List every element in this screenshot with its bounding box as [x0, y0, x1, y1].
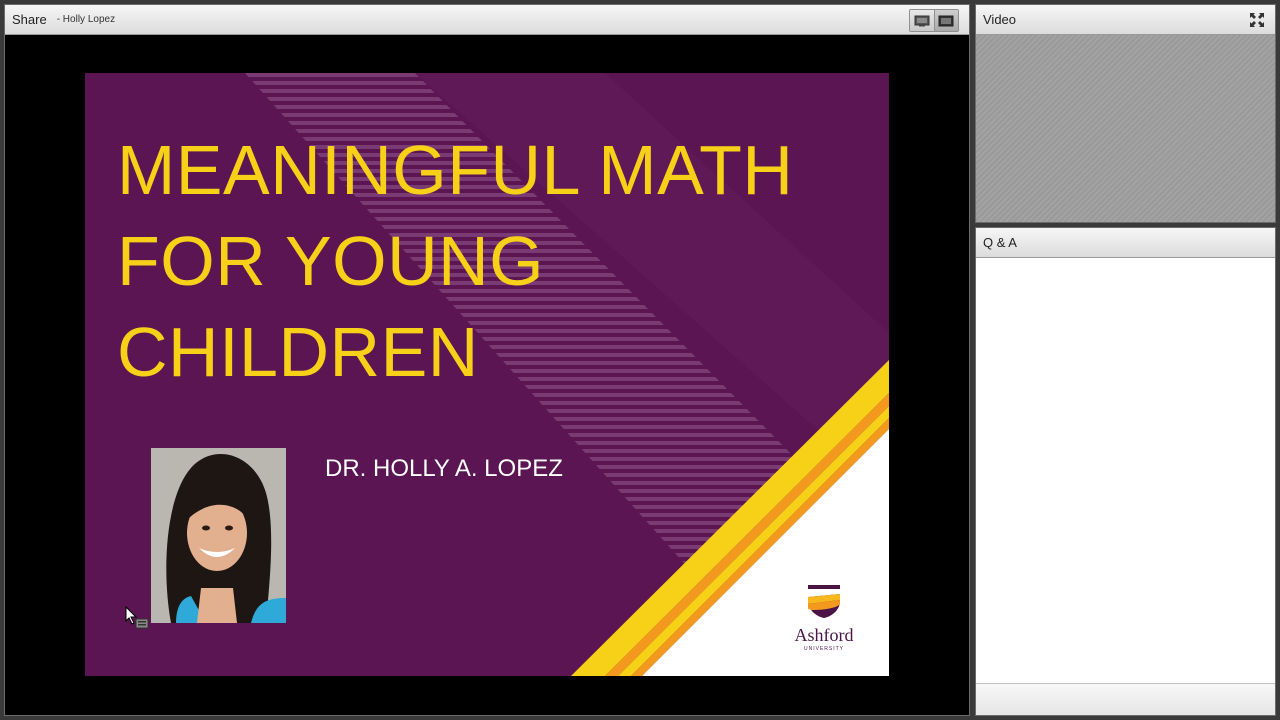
monitor-icon[interactable] — [910, 10, 934, 31]
presenter-name: DR. HOLLY A. LOPEZ — [325, 455, 563, 482]
share-pod-header: Share - Holly Lopez — [5, 5, 969, 35]
video-pod: Video — [975, 4, 1276, 223]
shield-icon — [808, 585, 840, 618]
video-pod-header: Video — [976, 5, 1275, 35]
slide-title: MEANINGFUL MATH FOR YOUNG CHILDREN — [117, 125, 857, 398]
qa-pod-title: Q & A — [983, 235, 1017, 250]
mouse-cursor-icon — [125, 605, 151, 634]
qa-footer — [976, 683, 1275, 715]
presenter-photo — [151, 448, 286, 623]
share-pod: Share - Holly Lopez MEANINGFUL MATH FOR … — [4, 4, 970, 716]
presenter-view-icon[interactable] — [933, 10, 958, 31]
qa-pod-header: Q & A — [976, 228, 1275, 258]
share-pod-title: Share — [12, 12, 47, 27]
qa-message-list[interactable] — [976, 258, 1275, 683]
logo-wordmark: Ashford — [794, 625, 854, 645]
slide-title-line-1: MEANINGFUL MATH — [117, 131, 794, 209]
ashford-logo: Ashford UNIVERSITY — [789, 583, 859, 653]
logo-subtext: UNIVERSITY — [803, 646, 844, 652]
presentation-slide: MEANINGFUL MATH FOR YOUNG CHILDREN DR. H… — [85, 73, 889, 676]
video-pod-title: Video — [983, 12, 1017, 27]
view-toggle[interactable] — [909, 9, 959, 32]
qa-pod: Q & A — [975, 227, 1276, 716]
video-area — [976, 35, 1275, 222]
slide-title-line-2: FOR YOUNG — [117, 222, 545, 300]
slide-title-line-3: CHILDREN — [117, 313, 479, 391]
fullscreen-icon[interactable] — [1249, 12, 1265, 32]
share-pod-subtitle: - Holly Lopez — [56, 14, 116, 25]
